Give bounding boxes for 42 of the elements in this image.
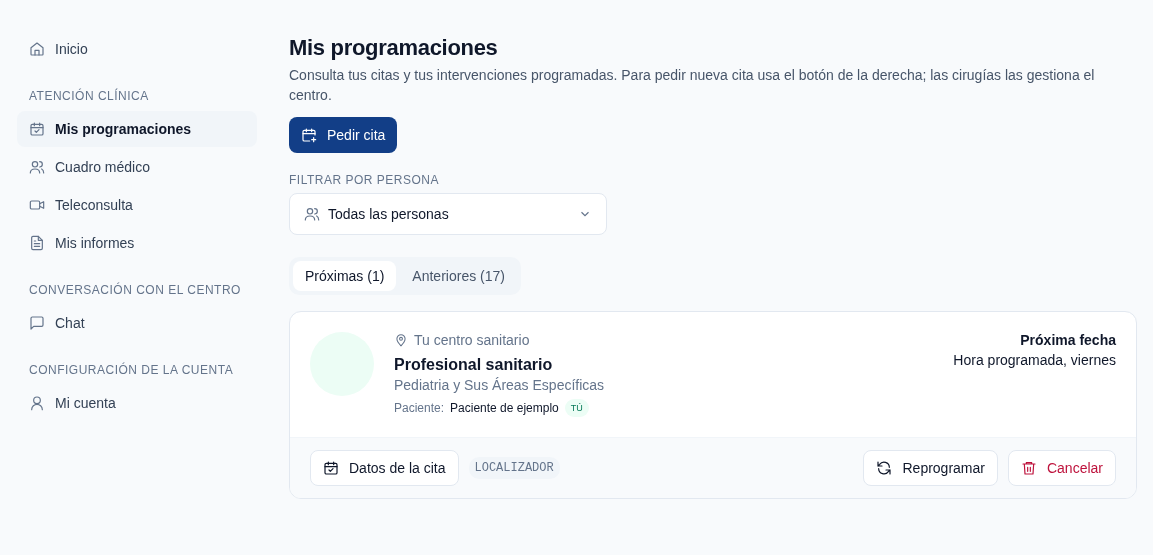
chat-icon (29, 315, 45, 331)
person-select[interactable]: Todas las personas (289, 193, 607, 235)
section-heading: ATENCIÓN CLÍNICA (28, 87, 150, 105)
refresh-icon (876, 460, 893, 476)
sidebar-item[interactable]: Chat (17, 305, 257, 341)
patient-label: Paciente: (394, 401, 445, 415)
appointment-details-button[interactable]: Datos de la cita (310, 450, 459, 486)
request-appointment-button[interactable]: Pedir cita (289, 117, 398, 153)
location: Tu centro sanitario (414, 332, 530, 348)
document-icon (29, 235, 45, 251)
users-icon (304, 206, 320, 222)
reschedule-button[interactable]: Reprogramar (863, 450, 998, 486)
home-icon (29, 41, 45, 57)
sidebar-item[interactable]: Mis programaciones (17, 111, 257, 147)
user-icon (29, 395, 45, 411)
calendar-plus-icon (301, 127, 317, 143)
appointment-date: Hora programada, viernes (953, 352, 1116, 368)
trash-icon (1020, 460, 1037, 476)
page-title: Mis programaciones (289, 35, 499, 61)
tab[interactable]: Próximas (1) (293, 261, 397, 291)
location-pin-icon (394, 333, 408, 347)
professional-name: Profesional sanitario (394, 356, 554, 374)
sidebar-item[interactable]: Mis informes (17, 225, 257, 261)
date-label: Próxima fecha (1019, 332, 1116, 348)
sidebar-item[interactable]: Mi cuenta (17, 385, 257, 421)
section-heading: CONVERSACIÓN CON EL CENTRO (28, 281, 242, 299)
page-description: Consulta tus citas y tus intervenciones programadas. Para pedir nueva cita usa el botón de la derecha; las cirugías las gestiona el centro. (289, 66, 1096, 105)
specialty: Pediatria y Sus Áreas Específicas (394, 377, 606, 393)
sidebar-item[interactable]: Inicio (17, 31, 257, 67)
patient-name: Paciente de ejemplo (450, 401, 559, 415)
locator-code: LOCALIZADOR (468, 457, 560, 479)
calendar-check-icon (323, 460, 339, 476)
you-badge: TÚ (564, 399, 589, 417)
section-heading: CONFIGURACIÓN DE LA CUENTA (28, 361, 235, 379)
sidebar-item[interactable]: Cuadro médico (17, 149, 257, 185)
users-icon (29, 159, 45, 175)
calendar-check-icon (29, 121, 45, 137)
tab[interactable]: Anteriores (17) (400, 261, 517, 291)
filter-label: FILTRAR POR PERSONA (289, 173, 440, 187)
video-camera-icon (29, 197, 45, 213)
sidebar-item[interactable]: Teleconsulta (17, 187, 257, 223)
cancel-button[interactable]: Cancelar (1007, 450, 1116, 486)
